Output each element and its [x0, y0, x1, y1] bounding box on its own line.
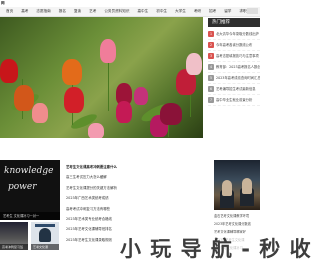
side-news-item[interactable]: 2023年艺考文化课分数线: [214, 220, 260, 228]
nav-list: 首页 高考 志愿指南 报名 复读 艺考 公务员资料知识 高中生 初中生 大学生 考研 招考 留学 求职: [6, 8, 247, 15]
banner-bar: [35, 224, 55, 227]
tulip-stem: [108, 61, 110, 111]
thumbnail-b[interactable]: 艺考文化课: [31, 222, 59, 250]
tulip-flower: [186, 53, 202, 75]
thumbnail-a[interactable]: 高考冲刺复习班: [0, 222, 28, 250]
classroom-photo-card[interactable]: [214, 160, 260, 210]
thumbnail-caption: 高考冲刺复习班: [0, 244, 28, 250]
person-head: [222, 180, 232, 196]
hot-recommend-item[interactable]: 7 高中毕业生就业前景分析: [208, 95, 260, 106]
thumbnail-row: 高考冲刺复习班 艺考文化课: [0, 222, 60, 252]
hot-recommend-item[interactable]: 1 北大清华今年录取分数线出炉: [208, 29, 260, 40]
tulip-flower: [88, 123, 104, 138]
nav-item[interactable]: 志愿指南: [36, 8, 50, 15]
nav-item[interactable]: 公务员资料知识: [104, 8, 129, 15]
nav-item[interactable]: 高考: [21, 8, 28, 15]
watermark-text: 小 玩 导 航 - 秒 收: [120, 237, 312, 261]
hot-recommend-label: 高中毕业生就业前景分析: [216, 98, 253, 102]
search-icon[interactable]: [247, 8, 258, 14]
hot-recommend-item[interactable]: 2 今年高考各省分数线公布: [208, 40, 260, 51]
chalk-text-power: power: [8, 182, 37, 192]
rank-badge: 3: [208, 53, 214, 59]
hot-recommend-label: 教育部：2023高考报名人数创新高: [216, 65, 260, 69]
hot-recommend-item[interactable]: 6 艺考编导招生考试最新信息: [208, 84, 260, 95]
hot-recommend-label: 2023年高考成绩查询时间汇总: [216, 76, 260, 80]
thumbnail-caption: 艺考文化课: [31, 244, 59, 250]
hot-recommend-item[interactable]: 3 高考志愿填报技巧与注意事项: [208, 51, 260, 62]
rank-badge: 6: [208, 86, 214, 92]
nav-item[interactable]: 求职: [239, 8, 246, 15]
news-item[interactable]: 高考考试冲刺复习方法有哪些: [66, 204, 206, 214]
news-item[interactable]: 2023年艺术类专业统考合格线: [66, 214, 206, 224]
rank-badge: 2: [208, 42, 214, 48]
chalkboard-card[interactable]: knowledge power 艺考生 文化课补习一对一: [0, 160, 60, 220]
rank-badge: 4: [208, 64, 214, 70]
tulip-flower: [134, 87, 148, 105]
rank-badge: 7: [208, 97, 214, 103]
nav-item[interactable]: 首页: [6, 8, 13, 15]
person-shape: [39, 228, 51, 242]
person-head: [242, 178, 252, 194]
news-item[interactable]: 2023年广西艺术类统考成绩: [66, 193, 206, 203]
news-item[interactable]: 艺考生文化课提分的关键方法解析: [66, 183, 206, 193]
nav-item[interactable]: 报名: [59, 8, 66, 15]
hot-recommend-item[interactable]: 4教育部：2023高考报名人数创新高: [208, 62, 260, 73]
nav-item[interactable]: 初中生: [156, 8, 167, 15]
hot-recommend-label: 艺考编导招生考试最新信息: [216, 87, 256, 91]
site-brand[interactable]: 网: [1, 1, 5, 6]
nav-item[interactable]: 大学生: [175, 8, 186, 15]
top-bar: 网: [0, 0, 260, 7]
tulip-flower: [14, 85, 34, 111]
main-nav: 首页 高考 志愿指南 报名 复读 艺考 公务员资料知识 高中生 初中生 大学生 考研 招考 留学 求职: [0, 7, 260, 17]
tulip-flower: [32, 103, 48, 123]
card-caption: 艺考生 文化课补习一对一: [0, 212, 60, 220]
nav-item[interactable]: 艺考: [89, 8, 96, 15]
rank-badge: 1: [208, 31, 214, 37]
tulip-flower: [116, 101, 132, 123]
tulip-flower: [100, 39, 116, 63]
nav-item[interactable]: 招考: [209, 8, 216, 15]
hot-recommend-label: 高考志愿填报技巧与注意事项: [216, 54, 259, 58]
hero-image[interactable]: [0, 17, 203, 138]
hot-recommend-label: 北大清华今年录取分数线出炉: [216, 32, 259, 36]
nav-item[interactable]: 考研: [194, 8, 201, 15]
tulip-flower: [64, 87, 84, 113]
chalk-text-knowledge: knowledge: [4, 166, 54, 176]
rank-badge: 5: [208, 75, 214, 81]
hot-recommend-title: 热门推荐: [208, 18, 260, 27]
nav-item[interactable]: 高中生: [137, 8, 148, 15]
hot-recommend-item[interactable]: 5 2023年高考成绩查询时间汇总: [208, 73, 260, 84]
news-item[interactable]: 艺考生文化课高考冲刺要注意什么: [66, 162, 206, 172]
tulip-flower: [160, 103, 182, 125]
side-news-item[interactable]: 金石艺考文化课教学环境: [214, 212, 260, 220]
hot-recommend-list: 1 北大清华今年录取分数线出炉 2 今年高考各省分数线公布 3 高考志愿填报技巧与注意事项…: [208, 29, 260, 106]
hot-recommend-panel: 热门推荐 1 北大清华今年录取分数线出炉 2 今年高考各省分数线公布 3 高考志愿填报技巧…: [206, 17, 260, 138]
hot-recommend-label: 今年高考各省分数线公布: [216, 43, 253, 47]
nav-item[interactable]: 复读: [74, 8, 81, 15]
news-item[interactable]: 高三生考试压力大怎么缓解: [66, 172, 206, 182]
tulip-flower: [62, 59, 82, 85]
nav-item[interactable]: 留学: [224, 8, 231, 15]
tulip-flower: [0, 59, 18, 83]
